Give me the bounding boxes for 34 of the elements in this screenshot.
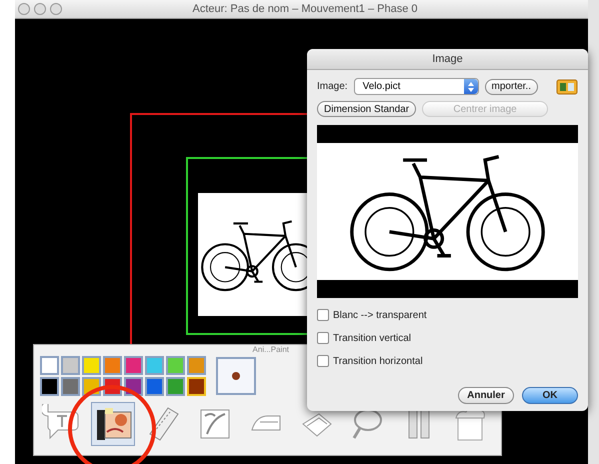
checkbox-label: Transition horizontal (333, 356, 423, 366)
image-icon[interactable] (556, 78, 578, 94)
palette-title: Ani...Paint (252, 345, 289, 356)
color-swatch[interactable] (145, 377, 164, 396)
window-control-button[interactable] (18, 3, 30, 15)
color-swatch[interactable] (187, 377, 206, 396)
checkbox[interactable] (317, 332, 329, 344)
cancel-button[interactable]: Annuler (458, 387, 514, 404)
image-dropdown[interactable]: Velo.pict (354, 78, 479, 95)
checkbox-label: Blanc --> transparent (333, 310, 427, 320)
tool-button[interactable] (91, 402, 135, 446)
color-swatch[interactable] (166, 356, 185, 375)
checkbox-label: Transition vertical (333, 332, 411, 344)
ok-button[interactable]: OK (522, 387, 578, 404)
window-control-button[interactable] (50, 3, 62, 15)
up-down-arrows-icon (466, 80, 475, 92)
color-swatch[interactable] (82, 356, 101, 375)
color-swatch[interactable] (124, 356, 143, 375)
color-swatch[interactable] (103, 356, 122, 375)
checkbox[interactable] (317, 355, 329, 367)
import-button[interactable]: mporter.. (484, 78, 538, 94)
window-title: Acteur: Pas de nom – Mouvement1 – Phase 0 (191, 3, 419, 15)
color-swatch[interactable] (166, 377, 185, 396)
dimension-button[interactable]: Dimension Standar (317, 101, 416, 117)
color-swatch[interactable] (61, 356, 80, 375)
window-control-button[interactable] (34, 3, 46, 15)
checkbox[interactable] (317, 309, 329, 321)
dialog-title: Image (307, 49, 588, 70)
image-label: Image: (317, 81, 348, 92)
color-swatch[interactable] (187, 356, 206, 375)
color-swatch[interactable] (61, 377, 80, 396)
color-swatch[interactable] (145, 356, 164, 375)
color-swatch[interactable] (40, 377, 59, 396)
color-swatch[interactable] (40, 356, 59, 375)
